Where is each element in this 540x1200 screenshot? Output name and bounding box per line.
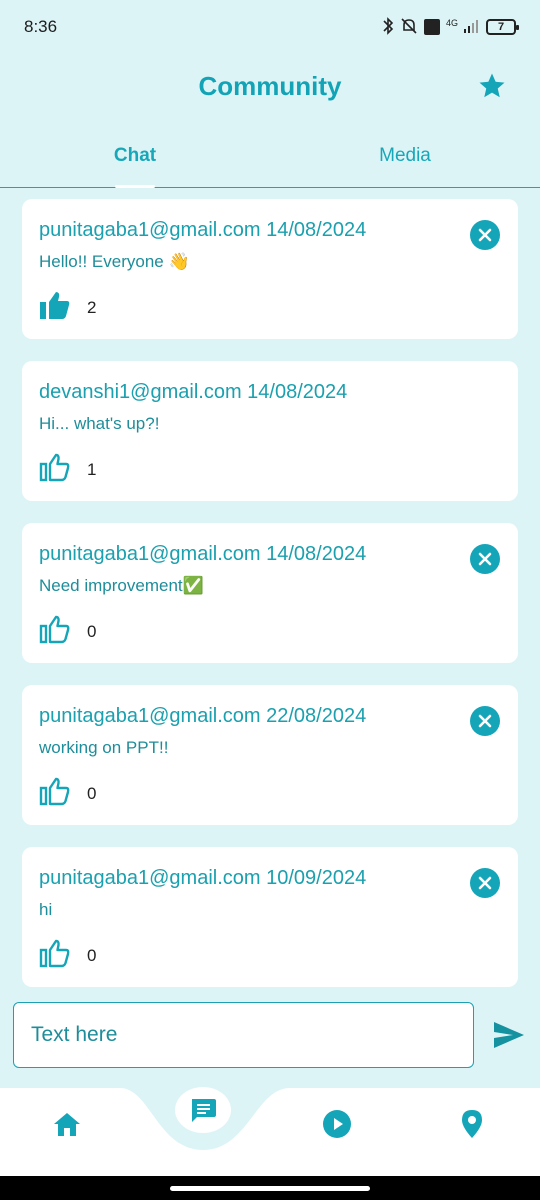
play-icon <box>323 1110 351 1138</box>
message-text: working on PPT!! <box>39 738 169 757</box>
send-icon <box>494 1022 524 1048</box>
message-text: Hi... what's up?! <box>39 414 160 433</box>
thumbs-up-outline-icon <box>39 453 70 482</box>
status-icons: 4G 7 <box>382 16 519 38</box>
like-button[interactable] <box>39 452 71 487</box>
app-bar: Community <box>0 54 540 118</box>
like-count: 0 <box>87 783 97 803</box>
gesture-handle[interactable] <box>170 1186 370 1191</box>
like-row: 0 <box>39 938 501 973</box>
chat-icon <box>192 1099 216 1122</box>
like-row: 1 <box>39 452 501 487</box>
volte-icon <box>423 19 440 35</box>
nav-media[interactable] <box>317 1104 357 1144</box>
like-row: 2 <box>39 290 501 325</box>
message-text: hi <box>39 900 53 919</box>
close-icon <box>478 552 492 566</box>
thumbs-up-outline-icon <box>39 615 70 644</box>
message-text: Hello!! Everyone 👋 <box>39 252 190 271</box>
like-button[interactable] <box>39 776 71 811</box>
thumbs-up-outline-icon <box>39 939 70 968</box>
location-icon <box>462 1110 482 1138</box>
bluetooth-icon <box>382 16 394 38</box>
network-label: 4G <box>445 18 458 28</box>
message-card: devanshi1@gmail.com 14/08/2024 Hi... wha… <box>22 361 518 501</box>
like-count: 1 <box>87 459 97 479</box>
like-count: 0 <box>87 945 97 965</box>
message-header: punitagaba1@gmail.com 14/08/2024 <box>39 219 367 241</box>
message-header: devanshi1@gmail.com 14/08/2024 <box>39 381 348 403</box>
message-header: punitagaba1@gmail.com 22/08/2024 <box>39 705 367 727</box>
like-button[interactable] <box>39 614 71 649</box>
message-text: Need improvement✅ <box>39 576 204 595</box>
like-row: 0 <box>39 614 501 649</box>
like-row: 0 <box>39 776 501 811</box>
delete-message-button[interactable] <box>470 706 500 736</box>
status-time: 8:36 <box>24 17 58 36</box>
like-count: 2 <box>87 297 97 317</box>
message-feed[interactable]: punitagaba1@gmail.com 14/08/2024 Hello!!… <box>22 199 518 1009</box>
star-icon <box>479 73 505 98</box>
tab-media[interactable]: Media <box>270 124 540 187</box>
message-header: punitagaba1@gmail.com 10/09/2024 <box>39 867 367 889</box>
like-count: 0 <box>87 621 97 641</box>
delete-message-button[interactable] <box>470 544 500 574</box>
like-button[interactable] <box>39 938 71 973</box>
status-bar: 8:36 4G 7 <box>0 0 540 54</box>
message-card: punitagaba1@gmail.com 14/08/2024 Need im… <box>22 523 518 663</box>
composer <box>13 1002 527 1068</box>
home-icon <box>54 1113 80 1136</box>
tab-bar: Chat Media <box>0 124 540 188</box>
mute-icon <box>400 17 418 38</box>
message-input[interactable] <box>13 1002 474 1068</box>
message-card: punitagaba1@gmail.com 10/09/2024 hi 0 <box>22 847 518 987</box>
message-card: punitagaba1@gmail.com 14/08/2024 Hello!!… <box>22 199 518 339</box>
battery-icon: 7 <box>486 19 519 35</box>
battery-level: 7 <box>497 21 505 33</box>
close-icon <box>478 714 492 728</box>
delete-message-button[interactable] <box>470 868 500 898</box>
close-icon <box>478 876 492 890</box>
delete-message-button[interactable] <box>470 220 500 250</box>
signal-icon <box>464 19 480 36</box>
thumbs-up-outline-icon <box>39 777 70 806</box>
thumbs-up-filled-icon <box>40 292 70 319</box>
nav-location[interactable] <box>452 1104 492 1144</box>
favorites-button[interactable] <box>474 68 510 104</box>
message-header: punitagaba1@gmail.com 14/08/2024 <box>39 543 367 565</box>
nav-home[interactable] <box>47 1104 87 1144</box>
tab-chat[interactable]: Chat <box>0 124 270 187</box>
message-card: punitagaba1@gmail.com 22/08/2024 working… <box>22 685 518 825</box>
page-title: Community <box>198 70 342 101</box>
send-button[interactable] <box>492 1018 526 1052</box>
close-icon <box>478 228 492 242</box>
like-button[interactable] <box>39 290 71 325</box>
nav-chat[interactable] <box>175 1087 231 1133</box>
